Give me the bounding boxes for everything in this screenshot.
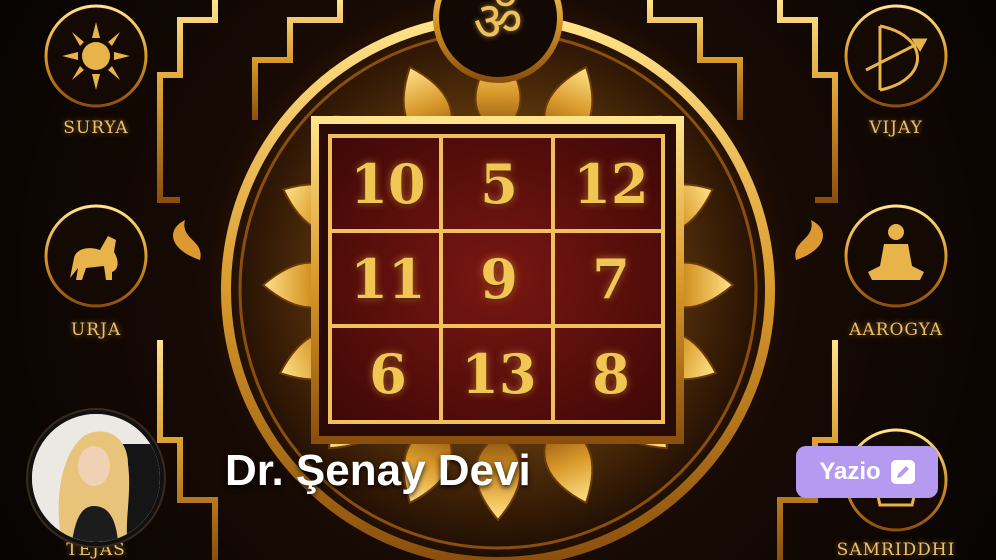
urja-label: URJA [70, 320, 122, 340]
grid-cell-r2c3: 7 [592, 247, 630, 311]
grid-cell-r2c1: 11 [350, 247, 426, 311]
grid-cell-r1c3: 12 [573, 152, 649, 216]
sun-icon [62, 22, 130, 90]
grid-cell-r3c1: 6 [369, 342, 407, 406]
grid-cell-r1c1: 10 [350, 152, 426, 216]
grid-cell-r3c3: 8 [592, 342, 630, 406]
surya-label: SURYA [63, 118, 129, 138]
pencil-icon [890, 460, 915, 484]
author-photo [32, 414, 160, 542]
grid-cell-r1c2: 5 [480, 152, 518, 216]
grid-cell-r3c2: 13 [461, 342, 537, 406]
write-button[interactable]: Yazio [796, 446, 938, 498]
aarogya-label: AAROGYA [849, 320, 943, 340]
om-symbol: ॐ [473, 0, 523, 53]
author-avatar[interactable] [28, 410, 164, 546]
samriddhi-label: SAMRIDDHI [836, 540, 956, 560]
vijay-label: VIJAY [869, 118, 923, 138]
grid-cell-r2c2: 9 [480, 247, 518, 311]
write-button-label: Yazio [819, 458, 881, 485]
author-name[interactable]: Dr. Şenay Devi [225, 446, 531, 496]
